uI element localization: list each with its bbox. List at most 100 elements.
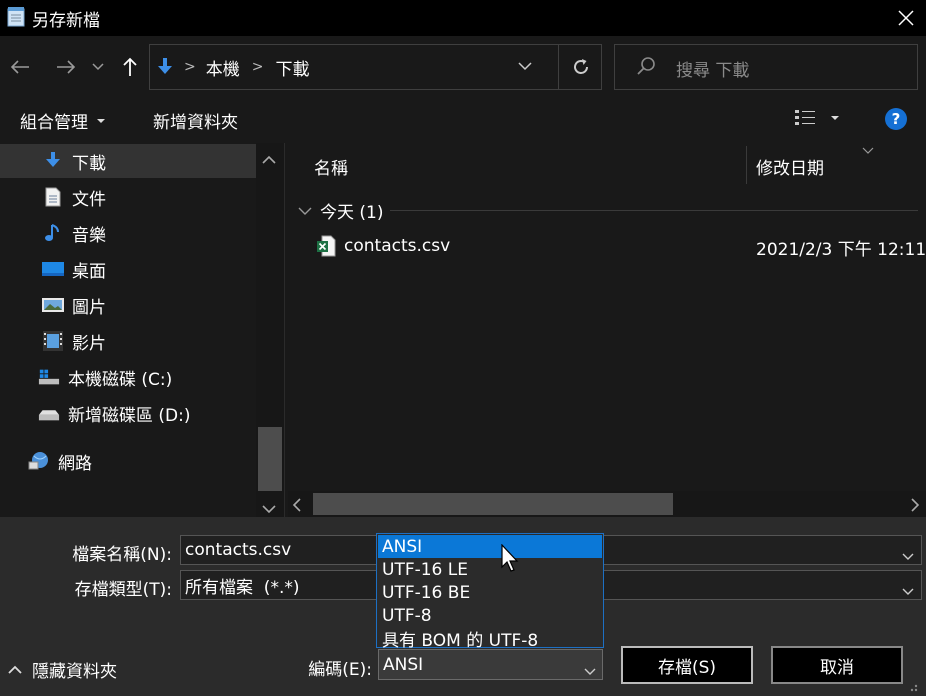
encoding-select[interactable]: ANSI bbox=[378, 649, 603, 680]
sidebar-item-drive-c[interactable]: 本機磁碟 (C:) bbox=[0, 360, 256, 394]
up-button[interactable] bbox=[114, 51, 146, 83]
sidebar-item-label: 圖片 bbox=[72, 297, 106, 318]
address-history-button[interactable] bbox=[518, 56, 532, 76]
column-separator[interactable] bbox=[746, 146, 747, 184]
caret-down-icon bbox=[831, 116, 839, 120]
breadcrumb-item-downloads[interactable]: 下載 bbox=[275, 55, 309, 80]
column-header-name[interactable]: 名稱 bbox=[314, 154, 348, 179]
sidebar-item-network[interactable]: 網路 bbox=[0, 444, 256, 478]
refresh-icon bbox=[573, 59, 588, 74]
column-header-modified[interactable]: 修改日期 bbox=[756, 154, 824, 179]
drive-d-icon bbox=[38, 402, 60, 424]
breadcrumb-separator: > bbox=[184, 59, 196, 75]
chevron-down-icon[interactable] bbox=[584, 661, 596, 681]
close-button[interactable] bbox=[886, 2, 926, 34]
filename-value: contacts.csv bbox=[185, 540, 292, 560]
filename-label: 檔案名稱(N): bbox=[72, 545, 172, 565]
chevron-down-icon bbox=[518, 62, 532, 71]
group-divider bbox=[390, 210, 918, 211]
breadcrumb-item-this-pc[interactable]: 本機 bbox=[206, 55, 240, 80]
sidebar-item-label: 音樂 bbox=[72, 225, 106, 246]
title-bar bbox=[0, 0, 926, 36]
scroll-down-icon[interactable] bbox=[262, 499, 276, 519]
caret-down-icon bbox=[97, 118, 105, 123]
organize-button[interactable]: 組合管理 bbox=[20, 108, 106, 133]
encoding-option-utf16le[interactable]: UTF-16 LE bbox=[378, 558, 602, 581]
music-icon bbox=[42, 222, 64, 244]
breadcrumb-separator: > bbox=[251, 59, 264, 75]
chevron-down-icon[interactable] bbox=[902, 581, 914, 601]
sidebar-scroll-thumb[interactable] bbox=[258, 427, 282, 491]
videos-icon bbox=[42, 330, 64, 352]
resize-grip-icon[interactable] bbox=[900, 676, 920, 696]
encoding-dropdown-list: ANSI UTF-16 LE UTF-16 BE UTF-8 具有 BOM 的 … bbox=[376, 533, 604, 651]
search-placeholder: 搜尋 下載 bbox=[676, 61, 750, 81]
chevron-up-icon bbox=[8, 665, 22, 674]
chevron-down-icon bbox=[298, 207, 312, 215]
breadcrumb: > 本機 > 下載 bbox=[156, 55, 309, 80]
download-icon bbox=[42, 150, 64, 172]
chevron-down-icon[interactable] bbox=[902, 546, 914, 566]
scroll-up-icon[interactable] bbox=[262, 150, 276, 170]
scroll-left-icon[interactable] bbox=[292, 497, 302, 517]
arrow-left-icon bbox=[10, 60, 29, 74]
new-folder-button[interactable]: 新增資料夾 bbox=[153, 108, 238, 133]
sidebar-item-label: 本機磁碟 (C:) bbox=[68, 369, 173, 390]
sidebar-item-pictures[interactable]: 圖片 bbox=[0, 288, 256, 322]
excel-csv-icon bbox=[316, 235, 336, 257]
mouse-pointer-icon bbox=[501, 543, 521, 579]
filetype-label: 存檔類型(T): bbox=[74, 580, 172, 600]
sidebar-item-label: 影片 bbox=[72, 333, 106, 354]
network-icon bbox=[28, 450, 50, 472]
refresh-button[interactable] bbox=[558, 44, 602, 90]
group-label: 今天 (1) bbox=[320, 203, 384, 223]
sidebar-item-videos[interactable]: 影片 bbox=[0, 324, 256, 358]
close-icon bbox=[898, 10, 914, 26]
sidebar-item-label: 網路 bbox=[58, 453, 92, 474]
sidebar-item-label: 文件 bbox=[72, 189, 106, 210]
desktop-icon bbox=[42, 258, 64, 280]
horizontal-scroll-thumb[interactable] bbox=[313, 493, 673, 515]
hide-folders-button[interactable]: 隱藏資料夾 bbox=[8, 657, 117, 682]
sidebar-item-drive-d[interactable]: 新增磁碟區 (D:) bbox=[0, 396, 256, 430]
encoding-option-utf8[interactable]: UTF-8 bbox=[378, 604, 602, 627]
organize-label: 組合管理 bbox=[20, 113, 88, 133]
cancel-button[interactable]: 取消 bbox=[771, 646, 903, 684]
encoding-value: ANSI bbox=[383, 654, 424, 675]
help-button[interactable]: ? bbox=[885, 108, 907, 130]
document-icon bbox=[42, 186, 64, 208]
scroll-right-icon[interactable] bbox=[910, 497, 920, 517]
file-modified: 2021/2/3 下午 12:11 bbox=[756, 240, 926, 260]
sidebar-item-downloads[interactable]: 下載 bbox=[0, 144, 256, 178]
recent-locations-button[interactable] bbox=[86, 51, 110, 83]
sidebar-item-music[interactable]: 音樂 bbox=[0, 216, 256, 250]
sort-chevron-icon bbox=[862, 140, 874, 160]
sidebar-item-desktop[interactable]: 桌面 bbox=[0, 252, 256, 286]
download-icon bbox=[158, 58, 172, 74]
arrow-right-icon bbox=[57, 60, 76, 74]
forward-button[interactable] bbox=[50, 51, 82, 83]
command-bar bbox=[0, 96, 926, 143]
sidebar-item-documents[interactable]: 文件 bbox=[0, 180, 256, 214]
sidebar-item-label: 新增磁碟區 (D:) bbox=[68, 405, 191, 426]
search-icon bbox=[636, 56, 656, 81]
pictures-icon bbox=[42, 294, 64, 316]
window-title: 另存新檔 bbox=[32, 11, 100, 31]
back-button[interactable] bbox=[4, 51, 36, 83]
filetype-value: 所有檔案 (*.*) bbox=[185, 577, 300, 598]
encoding-option-ansi[interactable]: ANSI bbox=[378, 535, 602, 558]
search-input[interactable] bbox=[614, 44, 918, 90]
hide-folders-label: 隱藏資料夾 bbox=[32, 662, 117, 682]
file-name: contacts.csv bbox=[344, 236, 451, 256]
encoding-option-utf8-bom[interactable]: 具有 BOM 的 UTF-8 bbox=[378, 627, 602, 651]
group-header[interactable]: 今天 (1) bbox=[298, 198, 383, 223]
sidebar-item-label: 桌面 bbox=[72, 261, 106, 282]
encoding-label: 編碼(E): bbox=[308, 660, 372, 680]
sidebar-item-label: 下載 bbox=[72, 153, 106, 174]
save-button[interactable]: 存檔(S) bbox=[621, 646, 753, 684]
encoding-option-utf16be[interactable]: UTF-16 BE bbox=[378, 581, 602, 604]
view-options-button[interactable] bbox=[794, 108, 840, 128]
notepad-icon bbox=[5, 6, 27, 28]
chevron-down-icon bbox=[92, 63, 104, 71]
drive-c-icon bbox=[38, 366, 60, 388]
